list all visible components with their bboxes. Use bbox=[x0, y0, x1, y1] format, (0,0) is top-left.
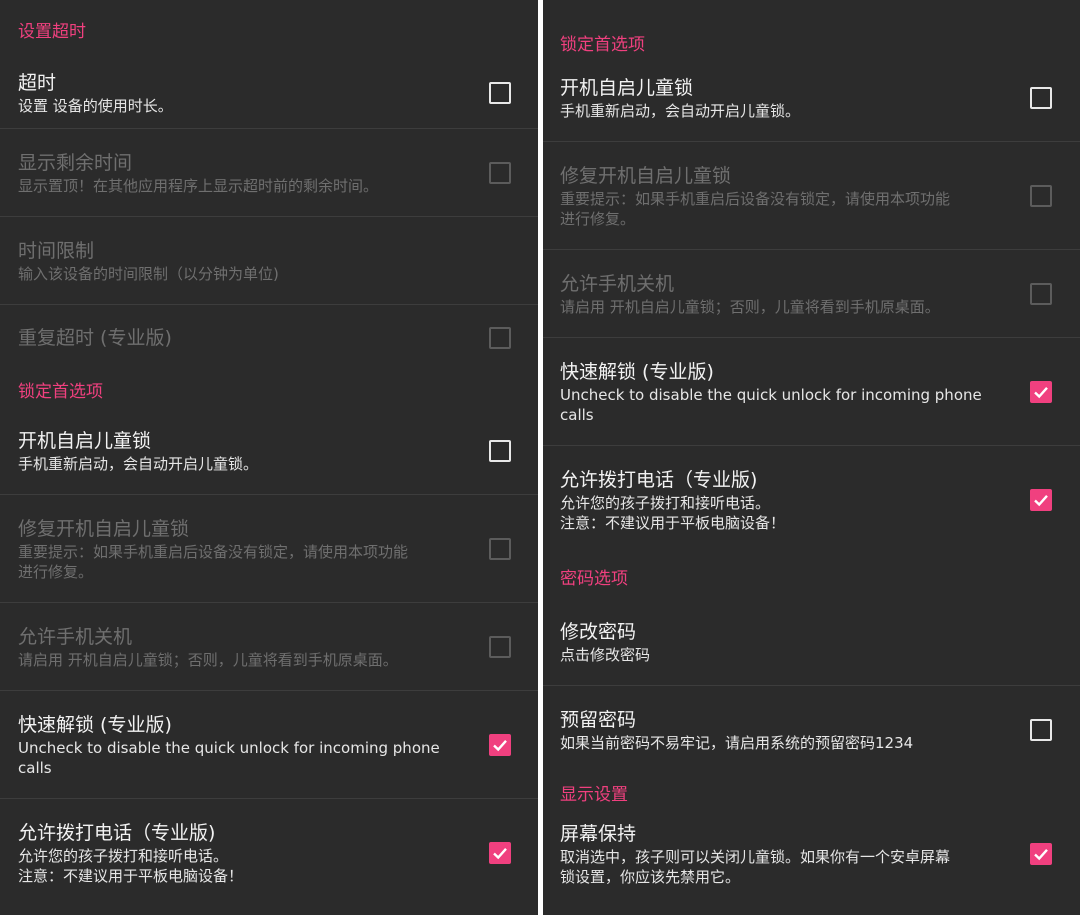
section-header-lock: 锁定首选项 bbox=[18, 381, 103, 402]
pref-allow-calls[interactable]: 允许拨打电话（专业版) 允许您的孩子拨打和接听电话。 注意：不建议用于平板电脑设… bbox=[543, 446, 1080, 554]
left-settings-screen: 设置超时 超时 设置 设备的使用时长。 显示剩余时间 显示置顶！在其他应用程序上… bbox=[0, 0, 538, 915]
pref-time-limit: 时间限制 输入该设备的时间限制（以分钟为单位) bbox=[0, 217, 538, 305]
section-header-password: 密码选项 bbox=[560, 568, 628, 589]
pref-boot-lock[interactable]: 开机自启儿童锁 手机重新启动，会自动开启儿童锁。 bbox=[543, 54, 1080, 142]
pref-screen-keep[interactable]: 屏幕保持 取消选中，孩子则可以关闭儿童锁。如果你有一个安卓屏幕 锁设置，你应该先… bbox=[543, 810, 1080, 898]
pref-title: 显示剩余时间 bbox=[18, 151, 133, 174]
pref-summary: 设置 设备的使用时长。 bbox=[18, 97, 173, 115]
pref-summary: 如果当前密码不易牢记，请启用系统的预留密码1234 bbox=[560, 734, 914, 752]
pref-summary: Uncheck to disable the quick unlock for … bbox=[560, 385, 982, 424]
pref-summary: 取消选中，孩子则可以关闭儿童锁。如果你有一个安卓屏幕 锁设置，你应该先禁用它。 bbox=[560, 848, 951, 886]
allow-shutdown-checkbox bbox=[1030, 282, 1052, 305]
pref-summary: 显示置顶！在其他应用程序上显示超时前的剩余时间。 bbox=[18, 176, 379, 195]
pref-summary: 手机重新启动，会自动开启儿童锁。 bbox=[18, 454, 259, 473]
pref-repair-boot-lock: 修复开机自启儿童锁 重要提示：如果手机重启后设备没有锁定，请使用本项功能 进行修… bbox=[543, 142, 1080, 250]
pref-title: 快速解锁 (专业版) bbox=[18, 713, 172, 736]
pref-summary: 重要提示：如果手机重启后设备没有锁定，请使用本项功能 进行修复。 bbox=[18, 542, 409, 581]
allow-calls-checkbox[interactable] bbox=[1030, 489, 1052, 511]
section-header-lock: 锁定首选项 bbox=[560, 34, 645, 55]
pref-summary: 允许您的孩子拨打和接听电话。 注意：不建议用于平板电脑设备！ bbox=[560, 494, 786, 532]
pref-quick-unlock[interactable]: 快速解锁 (专业版) Uncheck to disable the quick … bbox=[543, 338, 1080, 446]
checkmark-icon bbox=[1034, 494, 1048, 507]
screen-keep-checkbox[interactable] bbox=[1030, 843, 1052, 865]
pref-allow-calls[interactable]: 允许拨打电话（专业版) 允许您的孩子拨打和接听电话。 注意：不建议用于平板电脑设… bbox=[0, 799, 538, 907]
pref-show-remaining-time: 显示剩余时间 显示置顶！在其他应用程序上显示超时前的剩余时间。 bbox=[0, 129, 538, 217]
pref-quick-unlock[interactable]: 快速解锁 (专业版) Uncheck to disable the quick … bbox=[0, 691, 538, 799]
pref-title: 超时 bbox=[18, 72, 57, 94]
timeout-checkbox[interactable] bbox=[489, 82, 511, 104]
pref-summary: 点击修改密码 bbox=[560, 645, 651, 664]
checkmark-icon bbox=[493, 739, 507, 751]
right-settings-screen: 锁定首选项 开机自启儿童锁 手机重新启动，会自动开启儿童锁。 修复开机自启儿童锁… bbox=[543, 0, 1080, 915]
pref-title: 修复开机自启儿童锁 bbox=[18, 517, 190, 540]
pref-title: 修复开机自启儿童锁 bbox=[560, 164, 732, 187]
reserved-password-checkbox[interactable] bbox=[1030, 719, 1052, 741]
checkmark-icon bbox=[1034, 386, 1048, 398]
pref-summary: 重要提示：如果手机重启后设备没有锁定，请使用本项功能 进行修复。 bbox=[560, 189, 951, 228]
pref-title: 预留密码 bbox=[560, 709, 637, 731]
pref-repair-boot-lock: 修复开机自启儿童锁 重要提示：如果手机重启后设备没有锁定，请使用本项功能 进行修… bbox=[0, 495, 538, 603]
pref-boot-lock[interactable]: 开机自启儿童锁 手机重新启动，会自动开启儿童锁。 bbox=[0, 407, 538, 495]
pref-allow-shutdown: 允许手机关机 请启用 开机自启儿童锁；否则，儿童将看到手机原桌面。 bbox=[0, 603, 538, 691]
pref-summary: 输入该设备的时间限制（以分钟为单位) bbox=[18, 264, 279, 283]
pref-change-password[interactable]: 修改密码 点击修改密码 bbox=[543, 598, 1080, 686]
section-header-timeout: 设置超时 bbox=[18, 21, 86, 42]
pref-title: 允许手机关机 bbox=[18, 625, 133, 648]
quick-unlock-checkbox[interactable] bbox=[489, 733, 511, 756]
pref-title: 快速解锁 (专业版) bbox=[560, 360, 714, 383]
repeat-timeout-checkbox bbox=[489, 327, 511, 349]
quick-unlock-checkbox[interactable] bbox=[1030, 380, 1052, 403]
boot-lock-checkbox[interactable] bbox=[1030, 86, 1052, 109]
pref-summary: Uncheck to disable the quick unlock for … bbox=[18, 738, 440, 777]
pref-reserved-password[interactable]: 预留密码 如果当前密码不易牢记，请启用系统的预留密码1234 bbox=[543, 686, 1080, 774]
repair-boot-checkbox bbox=[1030, 184, 1052, 207]
pref-summary: 请启用 开机自启儿童锁；否则，儿童将看到手机原桌面。 bbox=[18, 650, 398, 669]
pref-title: 允许拨打电话（专业版) bbox=[18, 822, 216, 844]
show-remaining-checkbox bbox=[489, 161, 511, 184]
section-header-display: 显示设置 bbox=[560, 784, 628, 805]
checkmark-icon bbox=[1034, 848, 1048, 861]
pref-title: 屏幕保持 bbox=[560, 823, 637, 845]
pref-title: 修改密码 bbox=[560, 620, 637, 643]
pref-repeat-timeout: 重复超时 (专业版) bbox=[0, 305, 538, 371]
pref-summary: 手机重新启动，会自动开启儿童锁。 bbox=[560, 101, 801, 120]
pref-title: 重复超时 (专业版) bbox=[18, 327, 172, 349]
pref-title: 开机自启儿童锁 bbox=[18, 429, 152, 452]
pref-summary: 允许您的孩子拨打和接听电话。 注意：不建议用于平板电脑设备！ bbox=[18, 847, 244, 885]
checkmark-icon bbox=[493, 847, 507, 860]
pref-title: 允许手机关机 bbox=[560, 272, 675, 295]
repair-boot-checkbox bbox=[489, 537, 511, 560]
pref-title: 允许拨打电话（专业版) bbox=[560, 469, 758, 491]
allow-shutdown-checkbox bbox=[489, 635, 511, 658]
pref-title: 时间限制 bbox=[18, 239, 95, 262]
pref-allow-shutdown: 允许手机关机 请启用 开机自启儿童锁；否则，儿童将看到手机原桌面。 bbox=[543, 250, 1080, 338]
pref-title: 开机自启儿童锁 bbox=[560, 76, 694, 99]
pref-timeout[interactable]: 超时 设置 设备的使用时长。 bbox=[0, 58, 538, 129]
pref-summary: 请启用 开机自启儿童锁；否则，儿童将看到手机原桌面。 bbox=[560, 297, 940, 316]
boot-lock-checkbox[interactable] bbox=[489, 439, 511, 462]
allow-calls-checkbox[interactable] bbox=[489, 842, 511, 864]
